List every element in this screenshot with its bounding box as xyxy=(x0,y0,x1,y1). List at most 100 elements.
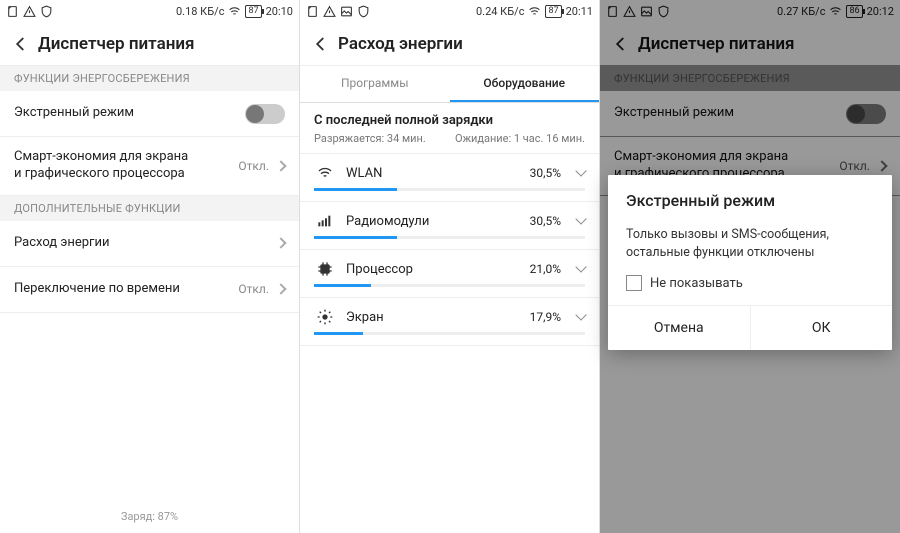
energy-usage-row[interactable]: Расход энергии xyxy=(0,221,299,267)
emergency-mode-label: Экстренный режим xyxy=(614,105,734,122)
schedule-row[interactable]: Переключение по времени Откл. xyxy=(0,267,299,313)
emergency-dialog: Экстренный режим Только вызовы и SMS-соо… xyxy=(608,175,892,350)
energy-item[interactable]: Процессор 21,0% xyxy=(300,250,599,298)
battery-icon: 87 xyxy=(545,5,561,18)
network-speed: 0.27 КБ/с xyxy=(777,5,825,18)
header: Расход энергии xyxy=(300,22,599,66)
chevron-right-icon xyxy=(275,284,286,295)
section-energy-saving: ФУНКЦИИ ЭНЕРГОСБЕРЕЖЕНИЯ xyxy=(0,66,299,91)
battery-icon: 86 xyxy=(846,5,862,18)
standby-time: Ожидание: 1 час. 16 мин. xyxy=(455,132,585,145)
dialog-buttons: Отмена ОК xyxy=(608,305,892,350)
energy-item-name: Экран xyxy=(346,310,520,325)
energy-item-icon xyxy=(314,260,336,278)
header: Диспетчер питания xyxy=(600,22,900,66)
dont-show-label: Не показывать xyxy=(650,276,743,291)
clock: 20:10 xyxy=(266,5,293,18)
energy-item[interactable]: Радиомодули 30,5% xyxy=(300,202,599,250)
energy-item-bar xyxy=(314,236,585,239)
clock: 20:12 xyxy=(867,5,894,18)
energy-item-pct: 21,0% xyxy=(530,262,561,276)
status-bar: 0.24 КБ/с 87 20:11 xyxy=(300,0,599,22)
clock: 20:11 xyxy=(566,5,593,18)
sim-icon xyxy=(306,5,319,18)
chevron-right-icon xyxy=(275,238,286,249)
energy-item-icon xyxy=(314,164,336,182)
section-additional: ДОПОЛНИТЕЛЬНЫЕ ФУНКЦИИ xyxy=(0,196,299,221)
section-energy-saving: ФУНКЦИИ ЭНЕРГОСБЕРЕЖЕНИЯ xyxy=(600,66,900,91)
energy-item-icon xyxy=(314,212,336,230)
warning-icon xyxy=(23,5,36,18)
chevron-down-icon xyxy=(575,165,586,176)
schedule-label: Переключение по времени xyxy=(14,281,180,298)
warning-icon xyxy=(623,5,636,18)
emergency-mode-row[interactable]: Экстренный режим xyxy=(600,91,900,137)
wifi-icon xyxy=(829,5,842,18)
chevron-down-icon xyxy=(575,261,586,272)
back-button[interactable] xyxy=(610,35,632,53)
image-icon xyxy=(640,5,653,18)
chevron-down-icon xyxy=(575,309,586,320)
energy-item-name: Радиомодули xyxy=(346,214,520,229)
page-title: Диспетчер питания xyxy=(38,34,195,54)
page-title: Расход энергии xyxy=(338,34,463,54)
warning-icon xyxy=(323,5,336,18)
screen-power-manager: 0.18 КБ/с 87 20:10 Диспетчер питания ФУН… xyxy=(0,0,300,533)
energy-item-pct: 30,5% xyxy=(530,214,561,228)
energy-item-pct: 17,9% xyxy=(530,310,561,324)
network-speed: 0.18 КБ/с xyxy=(176,5,224,18)
network-speed: 0.24 КБ/с xyxy=(476,5,524,18)
charge-info: Разряжается: 34 мин. Ожидание: 1 час. 16… xyxy=(300,130,599,154)
emergency-toggle[interactable] xyxy=(245,104,285,124)
energy-item-name: Процессор xyxy=(346,262,520,277)
sim-icon xyxy=(606,5,619,18)
schedule-value: Откл. xyxy=(238,282,269,296)
energy-item-bar xyxy=(314,332,585,335)
energy-item[interactable]: WLAN 30,5% xyxy=(300,154,599,202)
cancel-button[interactable]: Отмена xyxy=(608,306,751,350)
shield-icon xyxy=(40,5,53,18)
energy-item-pct: 30,5% xyxy=(530,166,561,180)
shield-icon xyxy=(657,5,670,18)
smart-economy-label: Смарт-экономия для экрана и графического… xyxy=(14,149,194,183)
sim-icon xyxy=(6,5,19,18)
page-title: Диспетчер питания xyxy=(638,34,795,54)
energy-list: WLAN 30,5% Радиомодули 30,5% Процессор 21,0% Э… xyxy=(300,154,599,346)
energy-item-name: WLAN xyxy=(346,166,520,181)
chevron-down-icon xyxy=(575,213,586,224)
energy-item[interactable]: Экран 17,9% xyxy=(300,298,599,346)
screen-energy-usage: 0.24 КБ/с 87 20:11 Расход энергии Програ… xyxy=(300,0,600,533)
wifi-icon xyxy=(228,5,241,18)
energy-item-icon xyxy=(314,308,336,326)
chevron-right-icon xyxy=(275,160,286,171)
tabs: Программы Оборудование xyxy=(300,66,599,103)
wifi-icon xyxy=(528,5,541,18)
shield-icon xyxy=(357,5,370,18)
dont-show-checkbox[interactable] xyxy=(626,275,642,291)
charge-footer: Заряд: 87% xyxy=(0,500,299,533)
dont-show-row[interactable]: Не показывать xyxy=(608,275,892,305)
since-full-charge: С последней полной зарядки xyxy=(300,103,599,130)
dialog-title: Экстренный режим xyxy=(608,175,892,222)
back-button[interactable] xyxy=(310,35,332,53)
smart-economy-value: Откл. xyxy=(238,159,269,173)
emergency-toggle[interactable] xyxy=(846,104,886,124)
dialog-body: Только вызовы и SMS-сообщения, остальные… xyxy=(608,222,892,275)
status-bar: 0.18 КБ/с 87 20:10 xyxy=(0,0,299,22)
emergency-mode-row[interactable]: Экстренный режим xyxy=(0,91,299,137)
status-bar: 0.27 КБ/с 86 20:12 xyxy=(600,0,900,22)
emergency-mode-label: Экстренный режим xyxy=(14,105,134,122)
energy-item-bar xyxy=(314,284,585,287)
ok-button[interactable]: ОК xyxy=(751,306,893,350)
header: Диспетчер питания xyxy=(0,22,299,66)
energy-item-bar xyxy=(314,188,585,191)
back-button[interactable] xyxy=(10,35,32,53)
energy-usage-label: Расход энергии xyxy=(14,235,110,252)
image-icon xyxy=(340,5,353,18)
tab-apps[interactable]: Программы xyxy=(300,66,450,102)
screen-power-manager-dialog: 0.27 КБ/с 86 20:12 Диспетчер питания ФУН… xyxy=(600,0,900,533)
battery-icon: 87 xyxy=(245,5,261,18)
tab-hardware[interactable]: Оборудование xyxy=(450,66,600,102)
discharge-time: Разряжается: 34 мин. xyxy=(314,132,426,145)
smart-economy-row[interactable]: Смарт-экономия для экрана и графического… xyxy=(0,137,299,196)
